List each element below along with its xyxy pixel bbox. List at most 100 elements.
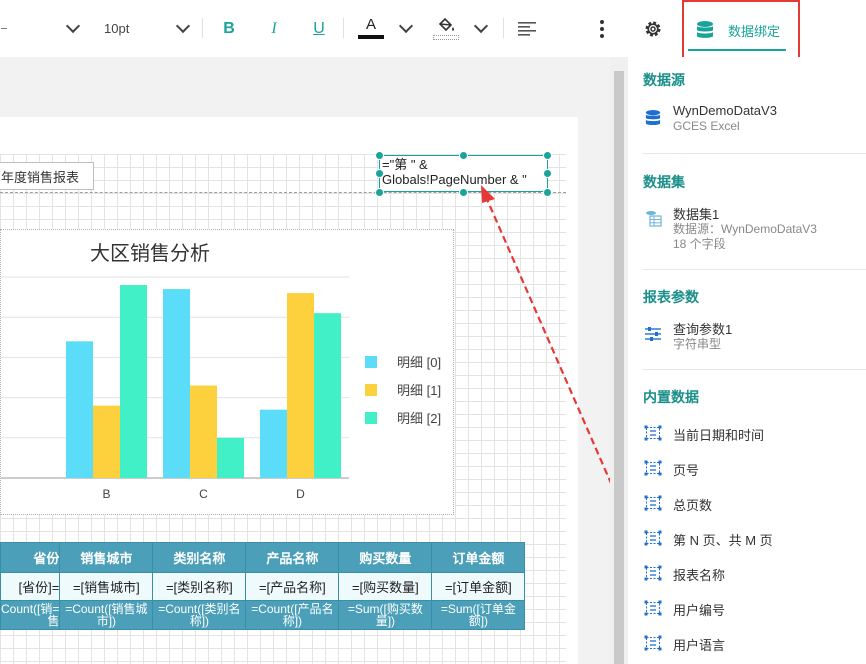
headers-cell[interactable]: 类别名称 (152, 542, 247, 573)
legend-swatch (365, 356, 377, 368)
chart-bar (66, 341, 93, 478)
builtin-item-label: 总页数 (673, 498, 713, 513)
builtin-item-label: 当前日期和时间 (673, 428, 765, 443)
section-divider (643, 153, 866, 154)
more-options-button[interactable] (590, 0, 614, 57)
active-tab-indicator (688, 49, 786, 51)
row1-cell[interactable]: =[类别名称] (152, 572, 247, 601)
font-color-chevron-icon[interactable] (393, 0, 419, 57)
font-size-chevron-icon[interactable] (170, 0, 196, 57)
section-divider (643, 269, 866, 270)
fill-color-swatch (433, 35, 459, 40)
builtin-item-label: 用户语言 (673, 638, 726, 653)
font-family-chevron-icon[interactable] (60, 0, 86, 57)
row2-cell[interactable]: =Count([销售 (0, 600, 61, 630)
database-icon (644, 109, 662, 127)
row1-cell[interactable]: =[购买数量] (338, 572, 433, 601)
report-table[interactable]: 省份 销售城市 类别名称 产品名称 购买数量 订单金额 =[省份] =[销售城市] =[类别名… (0, 542, 526, 630)
toolbar-divider (202, 18, 203, 38)
builtin-item-label: 第 N 页、共 M 页 (673, 533, 773, 548)
more-vertical-icon (600, 19, 604, 38)
arrow-head-icon (481, 185, 495, 203)
align-left-icon (518, 21, 536, 36)
chart-bar (93, 405, 120, 478)
datasource-type: GCES Excel (673, 119, 740, 133)
font-size-dropdown[interactable]: 10pt (104, 0, 154, 57)
data-binding-panel: 数据源 WynDemoDataV3 GCES Excel 数据集 数据集1 数据… (628, 57, 866, 664)
chart-bar (287, 293, 314, 478)
chart-x-tick-label: B (102, 487, 110, 501)
row2-cell[interactable]: =Sum([购买数量]) (338, 600, 433, 630)
headers-cell[interactable]: 销售城市 (59, 542, 154, 573)
resize-handle[interactable] (375, 188, 384, 197)
annotation-arrow (481, 185, 610, 484)
chart-bar (217, 437, 244, 478)
datasource-section-title: 数据源 (643, 72, 685, 88)
row2-cell[interactable]: =Count([类别名称]) (152, 600, 247, 630)
legend-label: 明细 [0] (397, 355, 441, 370)
row1-cell[interactable]: =[省份] (0, 572, 61, 601)
text-align-button[interactable] (514, 0, 540, 57)
data-binding-tab[interactable]: 数据绑定 (682, 0, 800, 59)
font-color-button[interactable]: A (357, 0, 385, 57)
fill-color-button[interactable] (432, 0, 460, 57)
builtin-field-icon (644, 564, 662, 582)
parameter-icon (644, 325, 662, 343)
params-section-title: 报表参数 (643, 289, 699, 305)
scrollbar-thumb[interactable] (614, 71, 624, 664)
dataset-table-icon (644, 209, 662, 227)
toolbar: 10pt B I U A 数据绑定 (0, 0, 866, 59)
report-canvas: 年度销售报表 ="第 " & Globals!PageNumber & " 大区… (0, 57, 610, 664)
section-divider (643, 369, 866, 370)
builtin-field-icon (644, 599, 662, 617)
dataset-section-title: 数据集 (643, 174, 685, 190)
legend-label: 明细 [1] (397, 383, 441, 398)
builtin-field-icon (644, 634, 662, 652)
database-icon (697, 21, 713, 38)
legend-label: 明细 [2] (397, 411, 441, 426)
resize-handle[interactable] (459, 151, 468, 160)
chart-bar (190, 385, 217, 478)
legend-swatch (365, 384, 377, 396)
legend-swatch (365, 412, 377, 424)
datasource-name: WynDemoDataV3 (673, 103, 777, 118)
vertical-scrollbar[interactable] (610, 57, 628, 664)
resize-handle[interactable] (375, 151, 384, 160)
font-color-swatch (358, 35, 384, 39)
row1-cell[interactable]: =[产品名称] (245, 572, 340, 601)
row1-cell[interactable]: =[订单金额] (431, 572, 526, 601)
chart-x-tick-label: D (296, 487, 305, 501)
font-family-dropdown-partial[interactable] (0, 0, 8, 57)
parameter-type: 字符串型 (673, 337, 722, 351)
row1-cell[interactable]: =[销售城市] (59, 572, 154, 601)
chart-svg: 大区销售分析 B C D 明细 [0] 明细 [1] 明细 [2] (1, 241, 441, 501)
italic-button[interactable]: I (260, 0, 288, 57)
bar-chart[interactable]: 大区销售分析 B C D 明细 [0] 明细 [1] 明细 [2] (0, 229, 454, 515)
chart-bar (314, 313, 341, 478)
headers-cell[interactable]: 产品名称 (245, 542, 340, 573)
builtin-field-icon (644, 424, 662, 442)
paint-bucket-icon (438, 17, 454, 32)
fill-color-chevron-icon[interactable] (468, 0, 494, 57)
settings-button[interactable] (640, 0, 666, 57)
font-color-icon: A (365, 16, 376, 33)
builtin-item-label: 页号 (673, 463, 700, 478)
headers-cell[interactable]: 购买数量 (338, 542, 433, 573)
toolbar-divider (343, 18, 344, 38)
builtin-section-title: 内置数据 (643, 389, 699, 405)
resize-handle[interactable] (543, 151, 552, 160)
row2-cell[interactable]: =Count([销售城市]) (59, 600, 154, 630)
report-title-cell[interactable]: 年度销售报表 (0, 162, 94, 190)
chart-bar (163, 289, 190, 478)
row2-cell[interactable]: =Count([产品名称]) (245, 600, 340, 630)
row2-cell[interactable]: =Sum([订单金额]) (431, 600, 526, 630)
builtin-item-label: 报表名称 (673, 568, 726, 583)
chart-bar (120, 285, 147, 478)
chart-bar (260, 409, 287, 478)
bold-button[interactable]: B (215, 0, 243, 57)
gear-icon (645, 20, 661, 37)
toolbar-divider (503, 18, 504, 38)
headers-cell[interactable]: 省份 (0, 542, 61, 573)
resize-handle[interactable] (375, 169, 384, 178)
underline-button[interactable]: U (305, 0, 333, 57)
